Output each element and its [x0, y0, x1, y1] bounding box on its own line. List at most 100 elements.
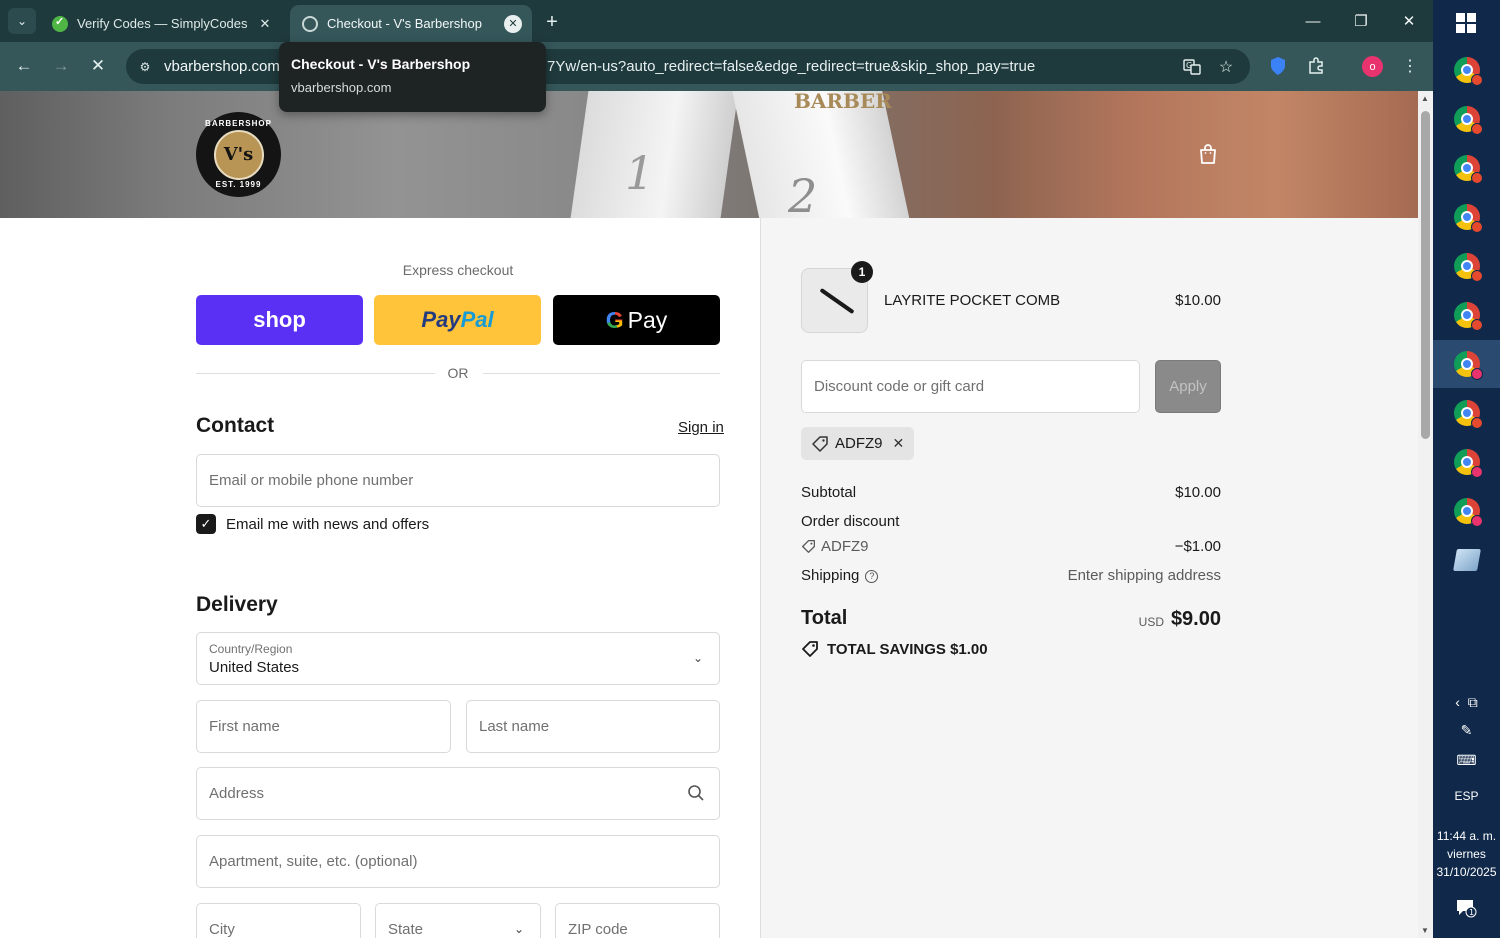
chrome-icon [1453, 204, 1483, 233]
clock-time: 11:44 a. m. [1436, 829, 1497, 843]
address-field[interactable]: Address [196, 767, 720, 820]
site-info-icon[interactable]: ⚙ [136, 58, 154, 76]
tab-title: Checkout - V's Barbershop [327, 16, 482, 31]
chrome-icon [1453, 106, 1483, 135]
order-summary-column: 1 LAYRITE POCKET COMB $10.00 Discount co… [761, 218, 1418, 938]
clock-date: 31/10/2025 [1436, 865, 1497, 879]
state-placeholder: State [388, 921, 424, 938]
pen-icon[interactable]: ✎ [1433, 722, 1500, 739]
tab-checkout[interactable]: Checkout - V's Barbershop ✕ [290, 5, 532, 42]
notification-center-icon[interactable]: 1 [1455, 898, 1477, 918]
scrollbar-thumb[interactable] [1421, 111, 1430, 439]
savings-value: $1.00 [950, 640, 988, 658]
shopping-bag-icon[interactable] [1196, 142, 1220, 166]
email-field[interactable]: Email or mobile phone number [196, 454, 720, 507]
tube-brand-text: BARBER [794, 91, 892, 113]
taskbar-chrome-window[interactable] [1433, 389, 1500, 437]
taskbar-chrome-window[interactable] [1433, 193, 1500, 241]
apply-discount-button[interactable]: Apply [1155, 360, 1221, 413]
taskbar-chrome-window[interactable] [1433, 291, 1500, 339]
divider-line [483, 373, 720, 374]
page-scrollbar[interactable]: ▲ ▼ [1418, 91, 1433, 938]
simplycodes-favicon-icon [52, 15, 68, 32]
city-placeholder: City [209, 921, 235, 938]
translate-icon[interactable]: G [1182, 57, 1202, 77]
taskbar-chrome-window[interactable] [1433, 46, 1500, 94]
paypal-button[interactable]: Pay Pal [374, 295, 541, 345]
discount-placeholder: Discount code or gift card [814, 378, 985, 395]
language-indicator[interactable]: ESP [1433, 789, 1500, 803]
taskbar-chrome-window[interactable] [1433, 242, 1500, 290]
country-select[interactable]: Country/Region United States ⌄ [196, 632, 720, 685]
chrome-icon [1453, 57, 1483, 86]
shop-pay-button[interactable]: shop [196, 295, 363, 345]
remove-code-icon[interactable]: ✕ [893, 435, 905, 452]
search-icon[interactable] [687, 784, 707, 804]
zip-placeholder: ZIP code [568, 921, 628, 938]
newsletter-checkbox-row[interactable]: ✓ Email me with news and offers [196, 514, 429, 534]
windows-start-icon[interactable] [1456, 13, 1476, 33]
city-field[interactable]: City [196, 903, 361, 938]
taskbar-chrome-window[interactable] [1433, 438, 1500, 486]
first-name-field[interactable]: First name [196, 700, 451, 753]
order-discount-label: Order discount [801, 513, 900, 530]
back-arrow-icon[interactable]: ← [12, 54, 36, 78]
url-path: 7Yw/en-us?auto_redirect=false&edge_redir… [547, 58, 1036, 75]
taskbar-chrome-window[interactable] [1433, 487, 1500, 535]
profile-avatar[interactable]: o [1362, 56, 1383, 77]
close-tab-icon[interactable]: ✕ [256, 15, 274, 33]
forward-arrow-icon[interactable]: → [49, 54, 73, 78]
shield-icon[interactable] [1266, 54, 1290, 78]
paypal-wordmark-b: Pal [460, 307, 494, 332]
new-tab-button[interactable]: + [540, 10, 564, 34]
close-window-icon[interactable]: ✕ [1394, 8, 1424, 34]
tab-verify-codes[interactable]: Verify Codes — SimplyCodes ✕ [40, 5, 284, 42]
store-logo[interactable]: BARBERSHOP V's EST. 1999 [196, 112, 281, 197]
comb-image [819, 287, 855, 315]
tag-icon [801, 539, 816, 554]
newsletter-checkbox[interactable]: ✓ [196, 514, 216, 534]
chrome-icon [1453, 498, 1483, 527]
kebab-menu-icon[interactable]: ⋮ [1398, 54, 1422, 78]
star-icon[interactable]: ☆ [1216, 57, 1236, 77]
windows-taskbar: ‹ ⧉ ✎ ⌨ ESP 11:44 a. m. viernes 31/10/20… [1433, 0, 1500, 938]
scroll-up-arrow-icon[interactable]: ▲ [1421, 94, 1429, 103]
tube-number: 1 [625, 146, 655, 200]
discount-code-input[interactable]: Discount code or gift card [801, 360, 1140, 413]
chevron-down-icon: ⌄ [514, 922, 525, 936]
system-clock[interactable]: 11:44 a. m. viernes 31/10/2025 [1433, 827, 1500, 881]
address-placeholder: Address [209, 785, 265, 802]
zip-field[interactable]: ZIP code [555, 903, 720, 938]
total-value: $9.00 [1170, 608, 1221, 630]
scroll-down-arrow-icon[interactable]: ▼ [1421, 926, 1429, 935]
taskbar-chrome-window[interactable] [1433, 144, 1500, 192]
keyboard-icon[interactable]: ⌨ [1433, 752, 1500, 769]
email-placeholder: Email or mobile phone number [209, 472, 414, 489]
close-tab-icon[interactable]: ✕ [504, 14, 522, 33]
total-label: Total [801, 607, 848, 629]
help-icon[interactable]: ? [865, 570, 879, 583]
logo-top-text: BARBERSHOP [205, 119, 272, 128]
svg-text:1: 1 [1469, 908, 1474, 917]
stop-loading-icon[interactable]: ✕ [86, 54, 110, 78]
taskbar-notes-app[interactable] [1433, 536, 1500, 584]
last-name-field[interactable]: Last name [466, 700, 720, 753]
minimize-icon[interactable]: — [1298, 8, 1328, 34]
state-select[interactable]: State ⌄ [375, 903, 541, 938]
discount-code-line: ADFZ9 [801, 538, 869, 555]
sign-in-link[interactable]: Sign in [678, 419, 724, 436]
tab-search-chevron-icon[interactable]: ⌄ [8, 8, 36, 34]
discount-amount: −$1.00 [1174, 538, 1221, 555]
tray-overflow-icon[interactable]: ‹ ⧉ [1433, 694, 1500, 711]
taskbar-chrome-window-active[interactable] [1433, 340, 1500, 388]
discount-code-text: ADFZ9 [821, 538, 869, 555]
savings-label: TOTAL SAVINGS [827, 640, 946, 658]
apartment-field[interactable]: Apartment, suite, etc. (optional) [196, 835, 720, 888]
google-pay-button[interactable]: G Pay [553, 295, 720, 345]
restore-icon[interactable]: ❐ [1346, 8, 1376, 34]
puzzle-icon[interactable] [1304, 54, 1328, 78]
savings-tag-icon [801, 640, 819, 658]
tab-hover-tooltip: Checkout - V's Barbershop vbarbershop.co… [279, 42, 546, 112]
chrome-icon [1453, 155, 1483, 184]
taskbar-chrome-window[interactable] [1433, 95, 1500, 143]
